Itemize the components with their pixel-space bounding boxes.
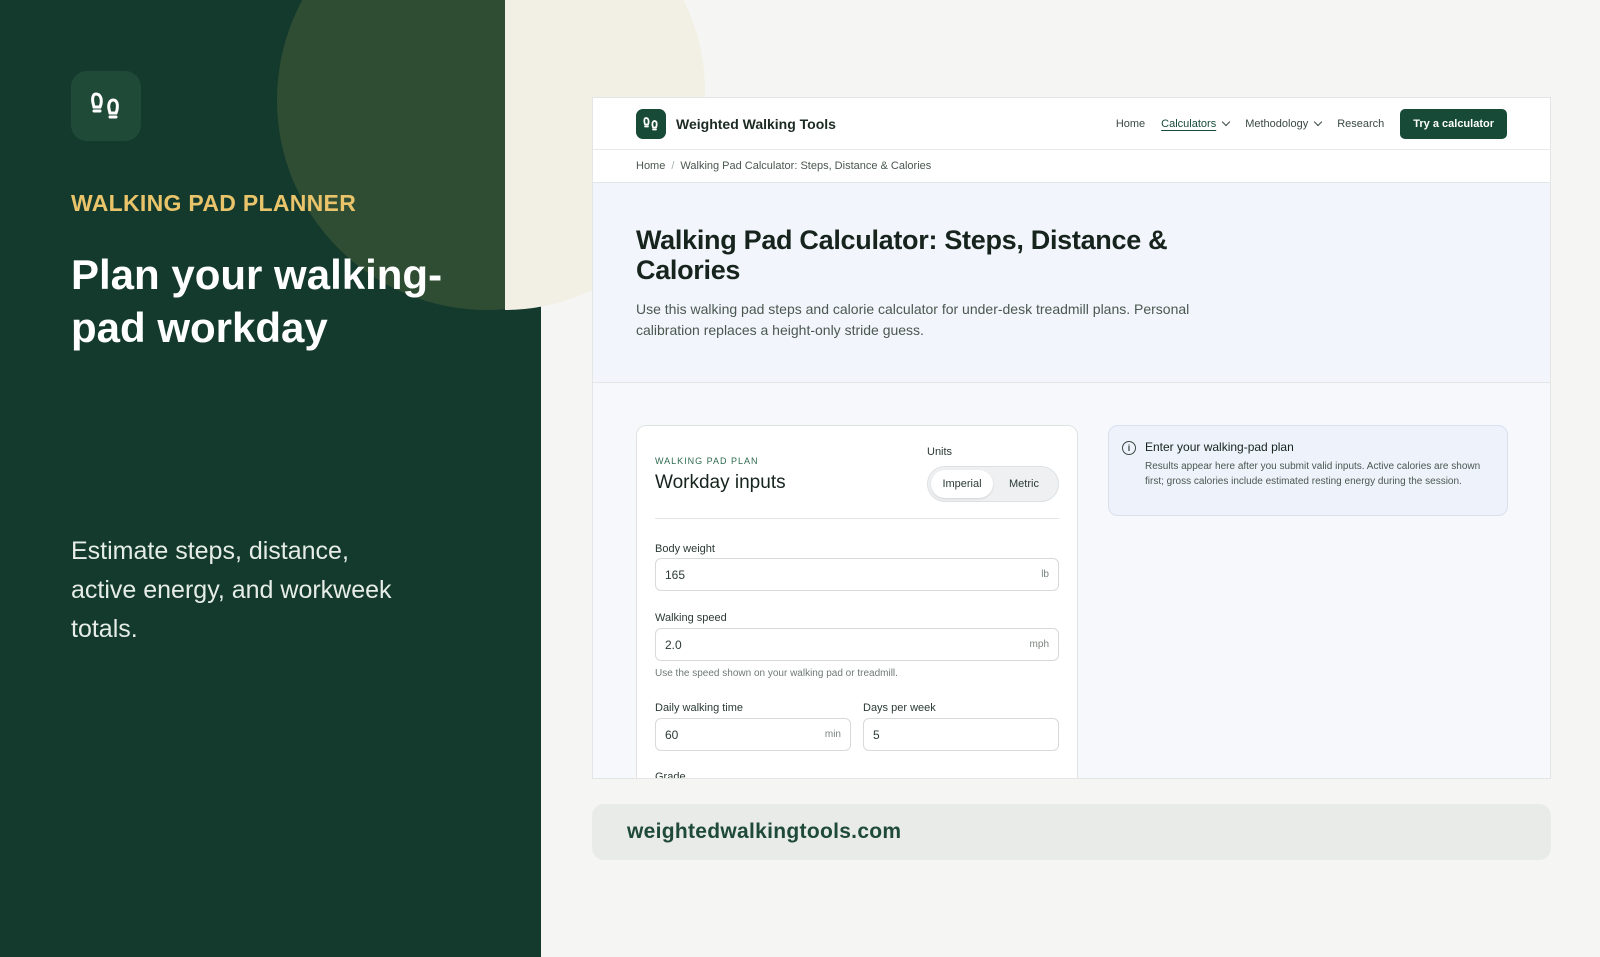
units-imperial[interactable]: Imperial [931, 470, 993, 498]
daily-time-label: Daily walking time [655, 702, 744, 714]
nav-methodology-label: Methodology [1245, 117, 1309, 130]
card-eyebrow: WALKING PAD PLAN [655, 456, 759, 466]
website-preview: Weighted Walking Tools Home Calculators … [592, 97, 1551, 779]
info-icon: i [1122, 441, 1136, 455]
nav-home-label: Home [1115, 117, 1146, 130]
walking-speed-help: Use the speed shown on your walking pad … [655, 668, 898, 679]
url-banner: weightedwalkingtools.com [592, 804, 1551, 860]
promo-subtitle: Estimate steps, distance, active energy,… [71, 537, 392, 643]
inputs-card: WALKING PAD PLAN Workday inputs Units Im… [636, 425, 1078, 779]
daily-time-value: 60 [665, 727, 679, 742]
brand-name[interactable]: Weighted Walking Tools [676, 116, 836, 132]
daily-time-unit: min [824, 729, 841, 740]
site-url[interactable]: weightedwalkingtools.com [627, 820, 901, 844]
nav-links: Home Calculators Methodology Research Tr… [1116, 108, 1507, 139]
units-toggle: Imperial Metric [927, 466, 1059, 502]
daily-time-input[interactable]: 60 min [655, 718, 851, 751]
days-per-week-value: 5 [873, 727, 880, 742]
breadcrumb-home[interactable]: Home [636, 160, 665, 172]
nav-research-label: Research [1337, 117, 1385, 130]
nav-calculators[interactable]: Calculators [1161, 117, 1231, 130]
results-title: Enter your walking-pad plan [1145, 440, 1294, 454]
calculator-area: WALKING PAD PLAN Workday inputs Units Im… [593, 383, 1550, 779]
try-calculator-button[interactable]: Try a calculator [1400, 108, 1507, 139]
walking-speed-label: Walking speed [655, 612, 727, 624]
promo-title: Plan your walking-pad workday [71, 251, 443, 351]
page-title: Walking Pad Calculator: Steps, Distance … [636, 225, 1168, 285]
chevron-down-icon [1221, 117, 1231, 127]
brand-logo[interactable] [636, 108, 666, 139]
days-per-week-input[interactable]: 5 [863, 718, 1059, 751]
results-placeholder: i Enter your walking-pad plan Results ap… [1108, 425, 1508, 516]
promo-eyebrow: WALKING PAD PLANNER [71, 190, 357, 216]
body-weight-label: Body weight [655, 543, 715, 555]
breadcrumb: Home / Walking Pad Calculator: Steps, Di… [593, 150, 1550, 183]
results-body: Results appear here after you submit val… [1145, 461, 1481, 487]
footprints-icon [643, 116, 658, 130]
breadcrumb-separator: / [671, 160, 675, 172]
units-metric[interactable]: Metric [993, 470, 1055, 498]
nav-methodology[interactable]: Methodology [1245, 117, 1323, 130]
top-nav: Weighted Walking Tools Home Calculators … [593, 98, 1550, 150]
walking-speed-input[interactable]: 2.0 mph [655, 628, 1059, 661]
card-title: Workday inputs [655, 472, 786, 493]
nav-calculators-label: Calculators [1161, 117, 1217, 130]
page-description: Use this walking pad steps and calorie c… [636, 301, 1190, 338]
days-per-week-label: Days per week [863, 702, 936, 714]
units-label: Units [927, 446, 953, 458]
divider [655, 518, 1059, 519]
footprints-logo [71, 71, 141, 141]
body-weight-input[interactable]: 165 lb [655, 558, 1059, 591]
promo-panel: WALKING PAD PLANNER Plan your walking-pa… [0, 0, 541, 957]
page-header: Walking Pad Calculator: Steps, Distance … [593, 183, 1550, 383]
chevron-down-icon [1313, 117, 1323, 127]
grade-label: Grade [655, 771, 686, 779]
nav-home[interactable]: Home [1116, 118, 1145, 130]
nav-research[interactable]: Research [1337, 118, 1384, 130]
walking-speed-value: 2.0 [665, 637, 682, 652]
footprints-icon [91, 92, 119, 119]
breadcrumb-current: Walking Pad Calculator: Steps, Distance … [680, 160, 932, 172]
walking-speed-unit: mph [1029, 639, 1049, 650]
body-weight-unit: lb [1041, 569, 1049, 580]
body-weight-value: 165 [665, 567, 686, 582]
